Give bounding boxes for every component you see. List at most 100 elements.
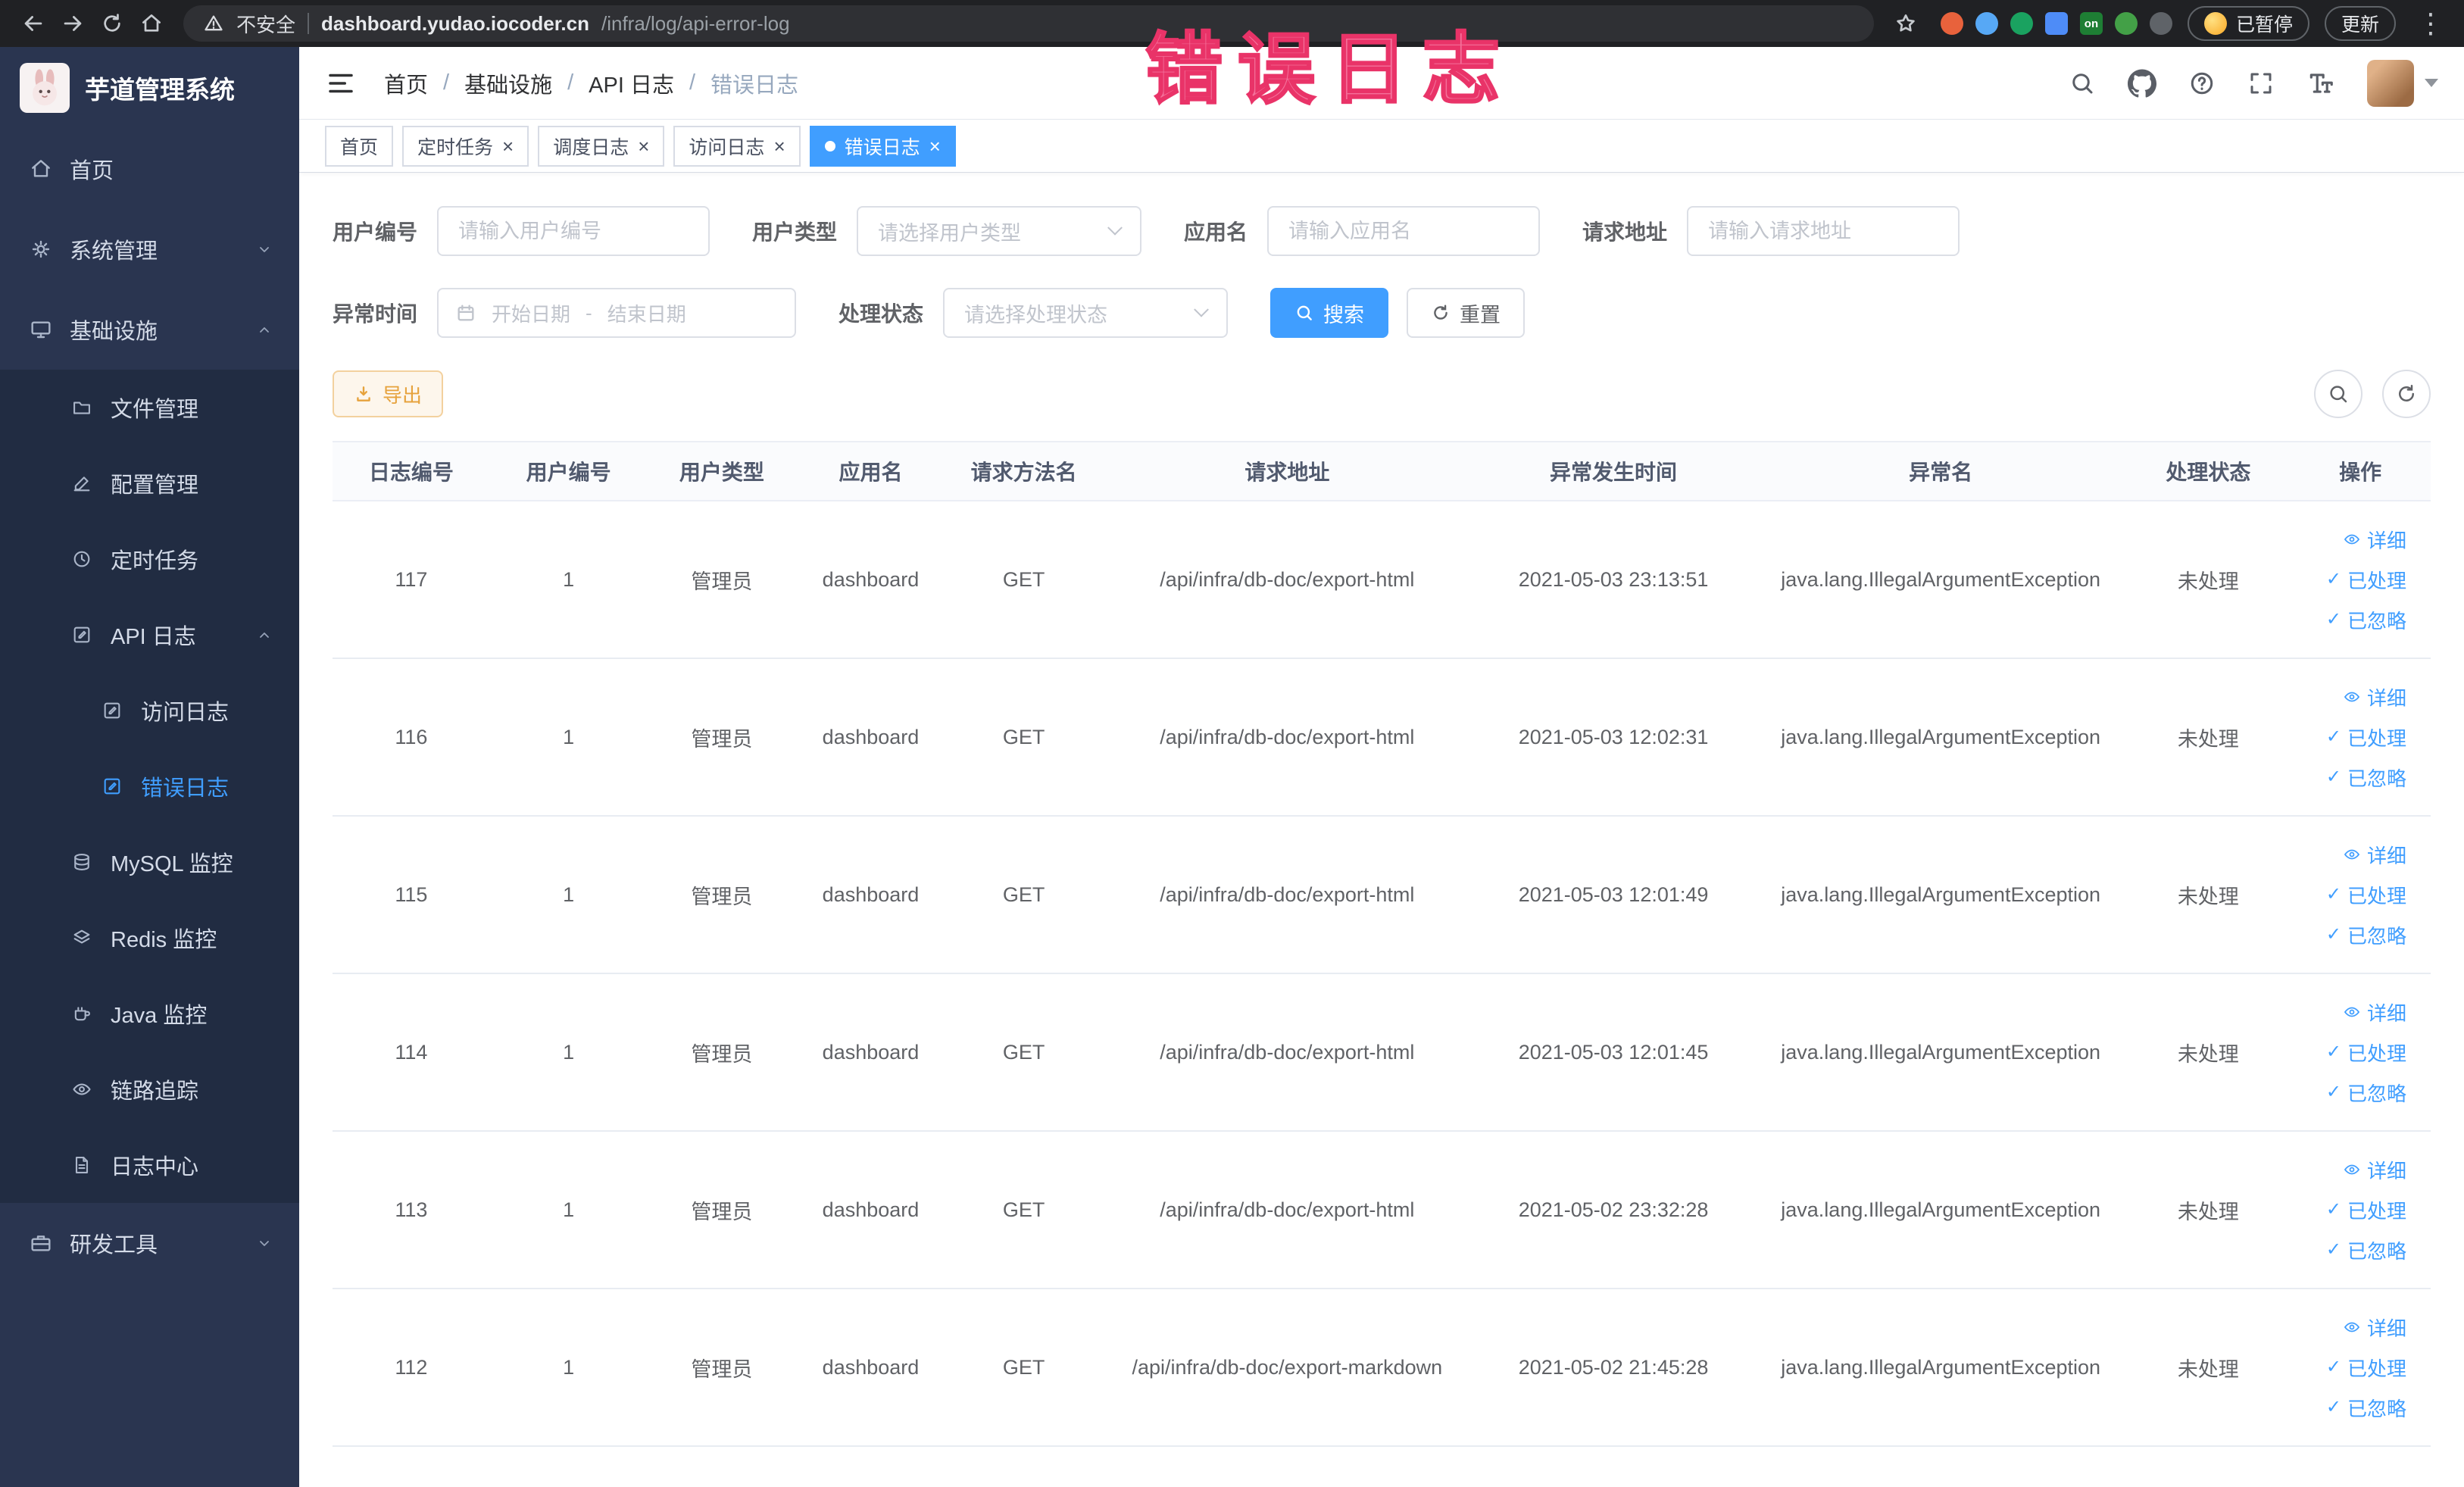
- drop-icon[interactable]: [1975, 12, 1998, 35]
- row-action-processed[interactable]: ✓ 已处理: [2326, 1196, 2406, 1224]
- sidebar-item-log-center[interactable]: 日志中心: [0, 1127, 299, 1203]
- filter-user-type: 用户类型 请选择用户类型: [752, 206, 1142, 256]
- row-action-ignored[interactable]: ✓ 已忽略: [2326, 764, 2406, 792]
- close-icon[interactable]: ×: [929, 136, 941, 156]
- request-url-input[interactable]: [1687, 206, 1960, 256]
- row-action-detail[interactable]: 详细: [2343, 998, 2406, 1026]
- browser-menu-icon[interactable]: ⋮: [2411, 8, 2450, 39]
- breadcrumb-separator: /: [443, 70, 450, 95]
- tab-error-log[interactable]: 错误日志 ×: [809, 125, 956, 167]
- row-action-processed[interactable]: ✓ 已处理: [2326, 881, 2406, 909]
- row-action-processed[interactable]: ✓ 已处理: [2326, 1039, 2406, 1067]
- url-domain: dashboard.yudao.iocoder.cn: [321, 11, 589, 35]
- github-icon[interactable]: [2128, 68, 2156, 98]
- close-icon[interactable]: ×: [773, 136, 785, 156]
- address-bar[interactable]: 不安全 dashboard.yudao.iocoder.cn/infra/log…: [183, 5, 1874, 42]
- font-size-icon[interactable]: [2306, 69, 2335, 98]
- row-action-ignored[interactable]: ✓ 已忽略: [2326, 606, 2406, 634]
- process-status-select[interactable]: 请选择处理状态: [943, 288, 1229, 338]
- actions-cell: 详细 ✓ 已处理 ✓ 已忽略: [2290, 973, 2431, 1132]
- sidebar-item-scheduled-job[interactable]: 定时任务: [0, 521, 299, 597]
- tab-home[interactable]: 首页: [325, 125, 394, 167]
- back-icon[interactable]: [14, 4, 53, 43]
- sidebar-item-java-monitor[interactable]: Java 监控: [0, 976, 299, 1051]
- tab-job-log[interactable]: 调度日志 ×: [538, 125, 665, 167]
- on-badge-icon[interactable]: on: [2079, 12, 2103, 35]
- row-action-detail[interactable]: 详细: [2343, 1156, 2406, 1184]
- row-action-detail[interactable]: 详细: [2343, 526, 2406, 554]
- bookmark-star-icon[interactable]: [1886, 4, 1925, 43]
- sidebar-item-access-log[interactable]: 访问日志: [0, 673, 299, 748]
- profile-paused-badge[interactable]: 已暂停: [2187, 6, 2309, 41]
- reload-icon[interactable]: [92, 4, 132, 43]
- table-cell: 未处理: [2126, 1131, 2291, 1289]
- filter-process-status: 处理状态 请选择处理状态: [839, 288, 1229, 338]
- table-cell: java.lang.IllegalArgumentException: [1755, 816, 2127, 974]
- home-icon[interactable]: [132, 4, 171, 43]
- search-icon[interactable]: [2069, 70, 2096, 97]
- sidebar-item-dev-tools[interactable]: 研发工具: [0, 1203, 299, 1283]
- breadcrumb-item[interactable]: API 日志: [589, 67, 674, 99]
- table-cell: 管理员: [647, 973, 797, 1132]
- search-button[interactable]: 搜索: [1270, 288, 1389, 338]
- sidebar-item-home[interactable]: 首页: [0, 129, 299, 209]
- table-cell: 2021-05-03 23:13:51: [1472, 501, 1756, 659]
- update-button[interactable]: 更新: [2324, 6, 2396, 41]
- user-type-select[interactable]: 请选择用户类型: [857, 206, 1142, 256]
- date-range-picker[interactable]: 开始日期 - 结束日期: [437, 288, 797, 338]
- edit-square-icon: [67, 624, 97, 645]
- row-action-processed[interactable]: ✓ 已处理: [2326, 723, 2406, 751]
- row-action-detail[interactable]: 详细: [2343, 683, 2406, 711]
- sidebar-item-api-log[interactable]: API 日志: [0, 597, 299, 673]
- leaf-icon[interactable]: [2114, 12, 2138, 35]
- row-action-ignored[interactable]: ✓ 已忽略: [2326, 1079, 2406, 1107]
- table-cell: GET: [945, 501, 1103, 659]
- sidebar-item-mysql-monitor[interactable]: MySQL 监控: [0, 824, 299, 900]
- sidebar-item-redis-monitor[interactable]: Redis 监控: [0, 900, 299, 976]
- refresh-icon[interactable]: [2382, 370, 2431, 418]
- sidebar-item-file-manage[interactable]: 文件管理: [0, 370, 299, 445]
- table-cell: 2021-05-02 21:45:28: [1472, 1289, 1756, 1447]
- paw-icon[interactable]: [2149, 12, 2172, 35]
- toolbox-icon: [26, 1231, 56, 1255]
- filter-app-name: 应用名: [1184, 206, 1541, 256]
- tab-access-log[interactable]: 访问日志 ×: [673, 125, 801, 167]
- user-id-input[interactable]: [437, 206, 710, 256]
- row-action-detail[interactable]: 详细: [2343, 841, 2406, 869]
- show-search-icon[interactable]: [2314, 370, 2363, 418]
- home-icon: [26, 157, 56, 181]
- sidebar-item-infra[interactable]: 基础设施: [0, 289, 299, 370]
- close-icon[interactable]: ×: [638, 136, 649, 156]
- sidebar-item-system[interactable]: 系统管理: [0, 209, 299, 289]
- row-action-processed[interactable]: ✓ 已处理: [2326, 566, 2406, 594]
- sidebar-item-config-manage[interactable]: 配置管理: [0, 445, 299, 521]
- grid-icon[interactable]: [2044, 12, 2068, 35]
- user-avatar[interactable]: [2367, 59, 2438, 107]
- breadcrumb-item[interactable]: 基础设施: [464, 67, 552, 99]
- sidebar-item-error-log[interactable]: 错误日志: [0, 748, 299, 824]
- table-cell: GET: [945, 973, 1103, 1132]
- row-action-detail[interactable]: 详细: [2343, 1314, 2406, 1342]
- forward-icon[interactable]: [53, 4, 92, 43]
- adblock-icon[interactable]: [1940, 12, 1963, 35]
- app-name-input[interactable]: [1267, 206, 1541, 256]
- row-action-processed[interactable]: ✓ 已处理: [2326, 1354, 2406, 1382]
- fullscreen-icon[interactable]: [2247, 70, 2275, 97]
- green-circle-icon[interactable]: [2010, 12, 2033, 35]
- row-action-ignored[interactable]: ✓ 已忽略: [2326, 921, 2406, 949]
- row-action-ignored[interactable]: ✓ 已忽略: [2326, 1236, 2406, 1264]
- close-icon[interactable]: ×: [502, 136, 514, 156]
- security-label: 不安全: [236, 13, 296, 36]
- sidebar-toggle-icon[interactable]: [325, 67, 357, 99]
- edit-icon: [67, 473, 97, 494]
- tab-scheduled-job[interactable]: 定时任务 ×: [402, 125, 529, 167]
- app-logo[interactable]: 芋道管理系统: [0, 47, 299, 129]
- breadcrumb-item[interactable]: 首页: [384, 67, 428, 99]
- row-action-ignored[interactable]: ✓ 已忽略: [2326, 1394, 2406, 1422]
- table-cell: java.lang.IllegalArgumentException: [1755, 501, 2127, 659]
- table-cell: 未处理: [2126, 501, 2291, 659]
- help-icon[interactable]: [2188, 70, 2216, 97]
- reset-button[interactable]: 重置: [1407, 288, 1526, 338]
- sidebar-item-trace[interactable]: 链路追踪: [0, 1051, 299, 1127]
- export-button[interactable]: 导出: [333, 370, 444, 417]
